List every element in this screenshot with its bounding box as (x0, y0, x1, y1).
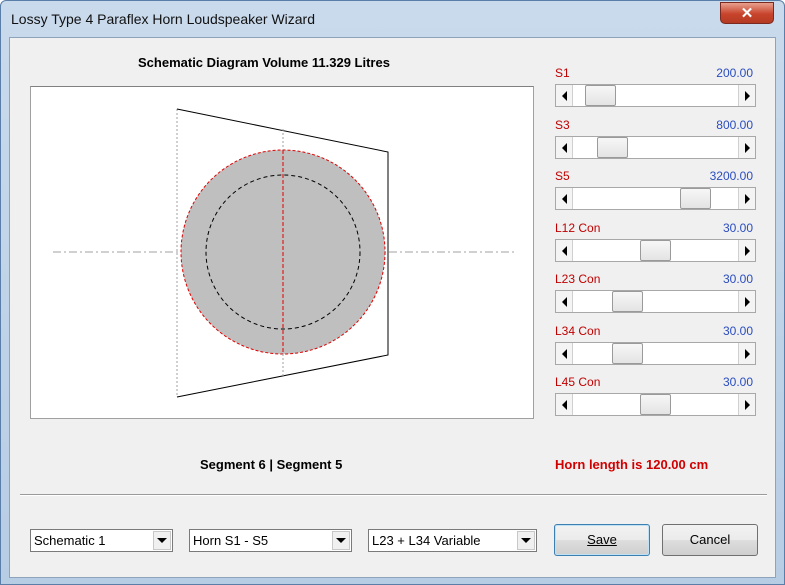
scroll-right-button[interactable] (738, 291, 755, 312)
scroll-right-button[interactable] (738, 188, 755, 209)
arrow-left-icon (561, 193, 567, 204)
slider-thumb[interactable] (597, 137, 628, 158)
close-x-icon: ✕ (740, 5, 754, 22)
horn-dropdown[interactable]: Horn S1 - S5 (189, 529, 352, 552)
scroll-right-button[interactable] (738, 240, 755, 261)
variable-dropdown[interactable]: L23 + L34 Variable (368, 529, 537, 552)
slider-value: 30.00 (722, 221, 753, 235)
slider-scrollbar[interactable] (555, 84, 756, 107)
horn-dropdown-value: Horn S1 - S5 (193, 533, 269, 548)
scroll-left-button[interactable] (556, 343, 573, 364)
variable-dropdown-value: L23 + L34 Variable (372, 533, 481, 548)
slider-label: S1 (555, 66, 570, 80)
arrow-right-icon (744, 90, 750, 101)
title-bar[interactable]: Lossy Type 4 Paraflex Horn Loudspeaker W… (1, 1, 784, 37)
schematic-dropdown-value: Schematic 1 (34, 533, 106, 548)
dropdown-arrow[interactable] (153, 531, 171, 550)
scroll-right-button[interactable] (738, 85, 755, 106)
arrow-right-icon (744, 399, 750, 410)
slider-value: 200.00 (716, 66, 753, 80)
scroll-left-button[interactable] (556, 240, 573, 261)
window-title: Lossy Type 4 Paraflex Horn Loudspeaker W… (11, 11, 316, 27)
slider-label: L23 Con (555, 272, 601, 286)
arrow-left-icon (561, 399, 567, 410)
schematic-canvas (30, 86, 534, 419)
slider-value: 800.00 (716, 118, 753, 132)
slider-thumb[interactable] (612, 343, 643, 364)
scroll-right-button[interactable] (738, 394, 755, 415)
arrow-right-icon (744, 142, 750, 153)
dropdown-arrow[interactable] (517, 531, 535, 550)
slider-label: L12 Con (555, 221, 601, 235)
wizard-window: Lossy Type 4 Paraflex Horn Loudspeaker W… (0, 0, 785, 585)
scroll-right-button[interactable] (738, 137, 755, 158)
scroll-right-button[interactable] (738, 343, 755, 364)
cancel-button[interactable]: Cancel (662, 524, 758, 556)
slider-value: 30.00 (722, 375, 753, 389)
slider-thumb[interactable] (640, 394, 671, 415)
segments-label: Segment 6 | Segment 5 (200, 457, 343, 472)
arrow-left-icon (561, 245, 567, 256)
chevron-down-icon (336, 538, 346, 543)
slider-label: L45 Con (555, 375, 601, 389)
schematic-diagram (53, 108, 516, 398)
slider-scrollbar[interactable] (555, 187, 756, 210)
scroll-left-button[interactable] (556, 291, 573, 312)
slider-scrollbar[interactable] (555, 136, 756, 159)
horn-length-label: Horn length is 120.00 cm (555, 457, 709, 472)
slider-value: 30.00 (722, 324, 753, 338)
arrow-left-icon (561, 90, 567, 101)
close-button[interactable]: ✕ (720, 2, 774, 24)
slider-label: S5 (555, 169, 570, 183)
slider-thumb[interactable] (585, 85, 616, 106)
cancel-button-label: Cancel (689, 532, 731, 547)
slider-thumb[interactable] (640, 240, 671, 261)
dialog-client-area: Schematic Diagram Volume 11.329 Litres S… (9, 37, 776, 578)
chevron-down-icon (521, 538, 531, 543)
arrow-right-icon (744, 348, 750, 359)
schematic-dropdown[interactable]: Schematic 1 (30, 529, 173, 552)
arrow-left-icon (561, 142, 567, 153)
arrow-right-icon (744, 296, 750, 307)
scroll-left-button[interactable] (556, 85, 573, 106)
slider-thumb[interactable] (680, 188, 711, 209)
slider-thumb[interactable] (612, 291, 643, 312)
slider-value: 30.00 (722, 272, 753, 286)
arrow-left-icon (561, 296, 567, 307)
divider (20, 494, 767, 496)
scroll-left-button[interactable] (556, 137, 573, 158)
save-button[interactable]: Save (554, 524, 650, 556)
slider-scrollbar[interactable] (555, 239, 756, 262)
slider-scrollbar[interactable] (555, 342, 756, 365)
arrow-right-icon (744, 193, 750, 204)
dropdown-arrow[interactable] (332, 531, 350, 550)
chevron-down-icon (157, 538, 167, 543)
scroll-left-button[interactable] (556, 188, 573, 209)
slider-scrollbar[interactable] (555, 393, 756, 416)
arrow-right-icon (744, 245, 750, 256)
slider-label: L34 Con (555, 324, 601, 338)
slider-value: 3200.00 (709, 169, 753, 183)
scroll-left-button[interactable] (556, 394, 573, 415)
slider-scrollbar[interactable] (555, 290, 756, 313)
diagram-heading: Schematic Diagram Volume 11.329 Litres (138, 55, 390, 70)
save-button-label: Save (587, 532, 617, 547)
slider-label: S3 (555, 118, 570, 132)
arrow-left-icon (561, 348, 567, 359)
